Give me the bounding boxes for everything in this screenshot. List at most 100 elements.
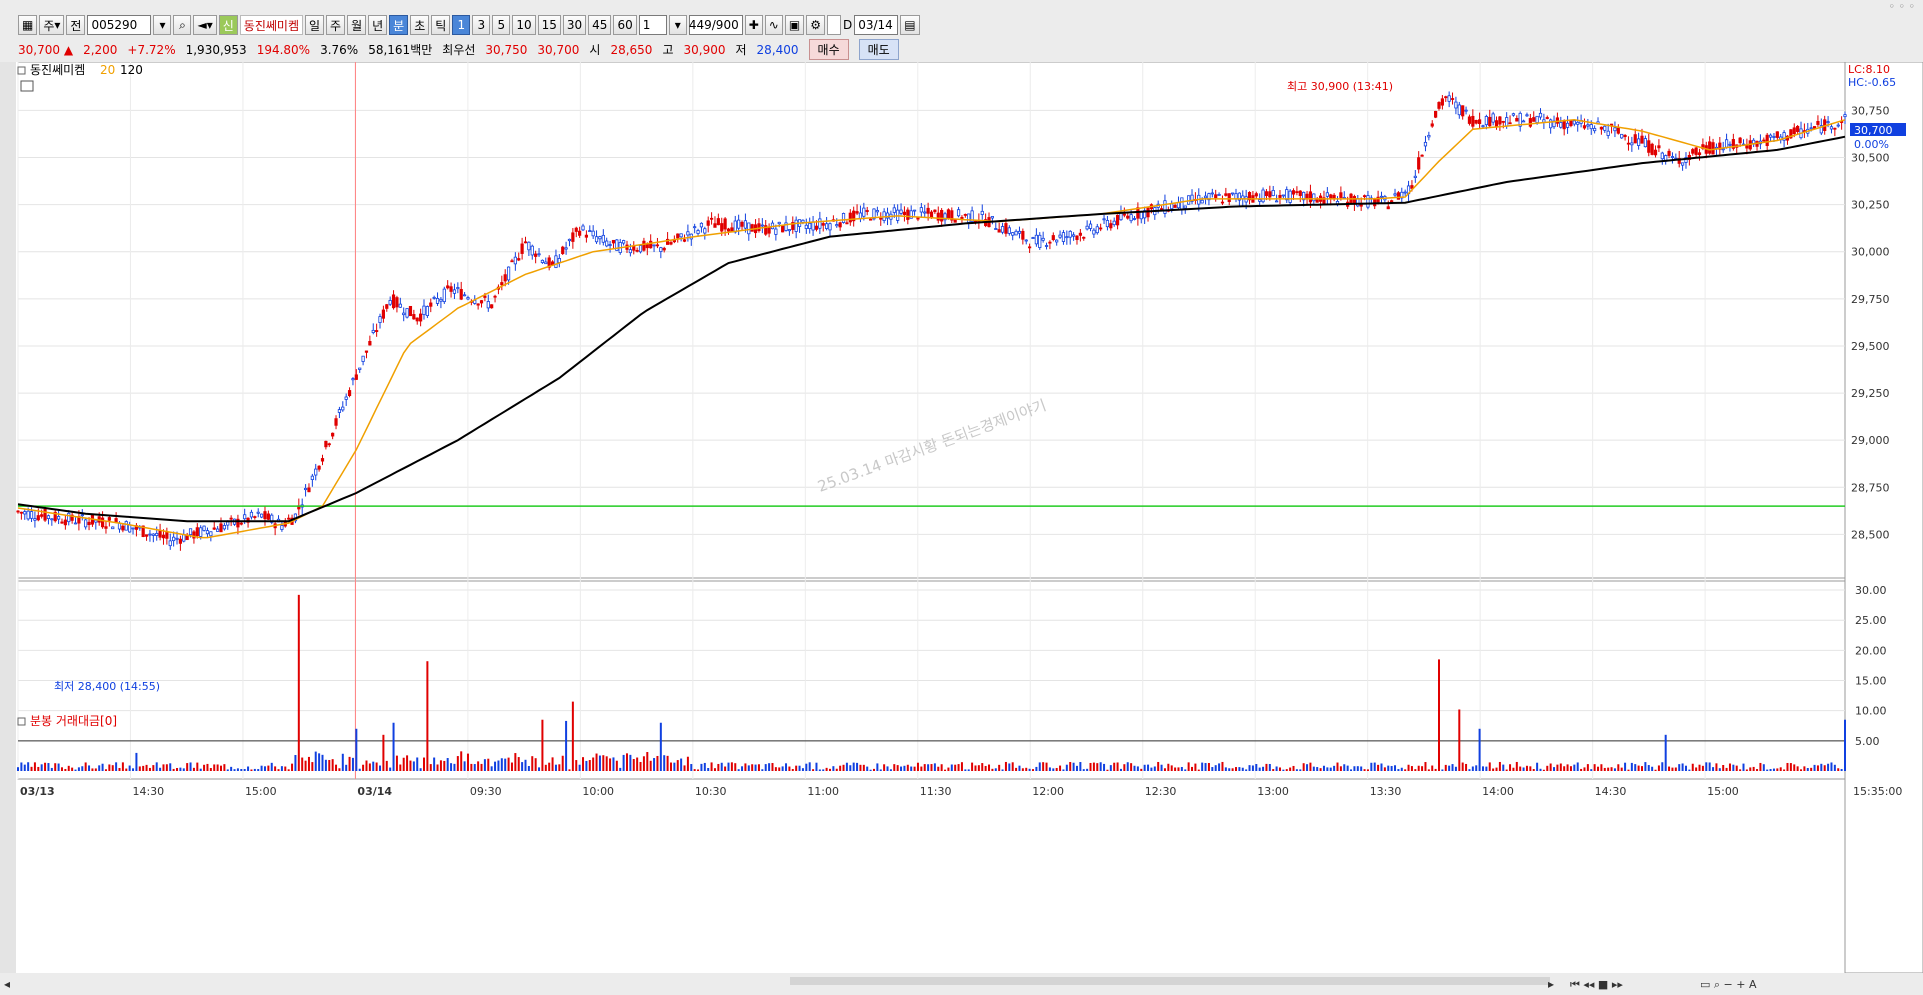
market-select[interactable]: 주 ▾ (39, 15, 65, 35)
candle-body (1670, 156, 1675, 158)
candle-body (324, 440, 328, 448)
period-day[interactable]: 일 (304, 15, 325, 35)
candle-body (760, 224, 764, 227)
volume-bar (294, 755, 297, 771)
period-minute[interactable]: 분 (389, 15, 409, 35)
candle-body (1765, 134, 1769, 147)
volume-bar (666, 755, 669, 771)
calendar-button[interactable]: ▤ (900, 15, 920, 35)
interval-5[interactable]: 5 (492, 15, 511, 35)
volume-bar (727, 762, 730, 771)
period-week[interactable]: 주 (326, 15, 346, 35)
volume-bar (815, 762, 818, 771)
search-button[interactable]: ⌕ (173, 15, 192, 35)
candle-body (1430, 123, 1434, 127)
candle-body (310, 475, 314, 480)
volume-bar (940, 764, 943, 771)
table-icon[interactable] (20, 80, 34, 92)
date-input[interactable]: 03/14 (854, 15, 899, 35)
period-tick[interactable]: 틱 (431, 15, 451, 35)
volume-bar (747, 765, 750, 771)
change-pct: +7.72% (127, 42, 176, 57)
volume-bar (923, 764, 926, 771)
interval-60[interactable]: 60 (613, 15, 637, 35)
interval-30[interactable]: 30 (562, 15, 587, 35)
volume-bar (1187, 762, 1190, 771)
date-checkbox[interactable] (826, 15, 841, 35)
window-controls[interactable]: ◦ ◦ ◦ (1889, 0, 1915, 13)
scroll-left-icon[interactable]: ◂ (4, 977, 10, 991)
candle-body (29, 511, 34, 519)
time-tick-label: 14:30 (1595, 785, 1627, 798)
code-input[interactable]: 005290 (87, 15, 152, 35)
volume-bar (477, 761, 480, 771)
period-year[interactable]: 년 (368, 15, 388, 35)
settings-button[interactable]: ⚙ (806, 15, 825, 35)
zoom-controls-icon[interactable]: ▭ ⌕ − + A (1700, 978, 1757, 991)
sell-button[interactable]: 매도 (858, 39, 899, 60)
new-badge: 신 (218, 15, 238, 35)
interval-1[interactable]: 1 (452, 15, 471, 35)
playback-controls-icon[interactable]: ⏮ ◂◂ ■ ▸▸ (1570, 978, 1623, 991)
candle-body (821, 223, 825, 226)
price-chart[interactable]: 30,750 30,500 30,250 30,000 29,750 29,500 29,2… (0, 62, 1923, 995)
save-button[interactable]: ▣ (784, 15, 805, 35)
volume-bar (538, 767, 541, 771)
candle-body (1667, 150, 1671, 156)
volume-bar (1295, 769, 1298, 771)
volume-bar (162, 764, 165, 771)
volume-bar (94, 768, 97, 771)
candle-body (1515, 118, 1519, 122)
link-button[interactable]: ∿ (764, 15, 783, 35)
candle-body (249, 511, 254, 518)
volume-bar (710, 762, 713, 771)
candle-body (655, 244, 660, 247)
buy-button[interactable]: 매수 (808, 39, 849, 60)
volume-bar (1275, 766, 1278, 771)
all-button[interactable]: 전 (66, 15, 86, 35)
volume-bar (1130, 763, 1133, 771)
candle-body (195, 527, 199, 537)
volume-bar (1400, 767, 1403, 771)
candle-body (1024, 239, 1028, 242)
scroll-right-icon[interactable]: ▸ (1548, 977, 1554, 991)
chart-layout-button[interactable]: ▦ (18, 15, 38, 35)
candle-body (500, 282, 504, 286)
interval-45[interactable]: 45 (588, 15, 612, 35)
volume-bar (1387, 765, 1390, 771)
bottom-scrollbar[interactable]: ◂ ▸ ⏮ ◂◂ ■ ▸▸ ▭ ⌕ − + A (0, 973, 1923, 995)
step-input[interactable]: 1 (638, 15, 667, 35)
candle-body (564, 247, 568, 250)
code-dropdown[interactable]: ▾ (153, 15, 172, 35)
candle-body (490, 304, 494, 309)
volume-bar (927, 764, 930, 771)
volume-bar (1167, 763, 1170, 771)
current-price-tag: 30,700 (1854, 124, 1893, 137)
volume-bar (548, 762, 551, 771)
candle-body (439, 298, 443, 302)
volume-bar (1766, 769, 1769, 771)
candle-body (100, 517, 105, 528)
step-dropdown[interactable]: ▾ (668, 15, 687, 35)
volume-bar (551, 757, 554, 771)
interval-10[interactable]: 10 (512, 15, 536, 35)
volume-bar (132, 768, 135, 771)
volume-bar (426, 661, 429, 771)
volume-bar (392, 722, 395, 771)
volume-bar (1519, 766, 1522, 771)
volume-bar (206, 763, 209, 771)
count-input[interactable]: 449/900 (688, 15, 743, 35)
crosshair-button[interactable]: ✚ (744, 15, 763, 35)
interval-15[interactable]: 15 (537, 15, 561, 35)
hc-label: HC:-0.65 (1848, 76, 1896, 89)
volume-bar (724, 766, 727, 771)
candle-body (263, 511, 267, 520)
interval-3[interactable]: 3 (472, 15, 491, 35)
period-second[interactable]: 초 (410, 15, 430, 35)
volume-bar (355, 728, 358, 771)
sound-button[interactable]: ◄ ▾ (193, 15, 217, 35)
volume-bar (1502, 764, 1505, 771)
candle-body (574, 227, 578, 232)
candle-body (172, 536, 176, 542)
period-month[interactable]: 월 (347, 15, 367, 35)
